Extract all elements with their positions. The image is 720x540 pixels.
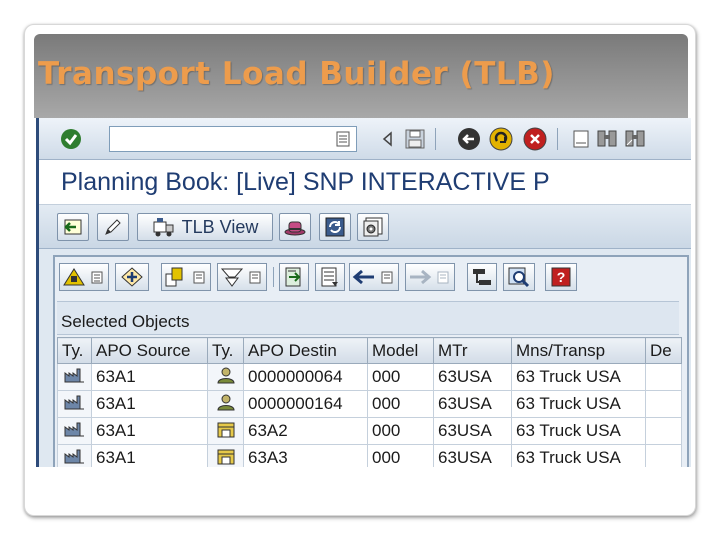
alv-panel: ? Selected Objects Ty. APO Source Ty. AP… [53,255,689,467]
planning-book-title: Planning Book: [Live] SNP INTERACTIVE P [61,168,550,196]
mtr-cell[interactable]: 63USA [433,417,512,445]
application-toolbar: TLB View [39,205,691,249]
move-left-dropdown-button[interactable] [349,263,399,291]
filter-dropdown-button[interactable] [217,263,267,291]
system-toolbar [39,118,691,160]
svg-text:?: ? [557,269,566,285]
details-button[interactable] [115,263,149,291]
table-row[interactable]: 63A1 0000000164 000 63USA 63 Truck USA [57,390,682,418]
person-icon [207,390,244,418]
mtr-cell[interactable]: 63USA [433,390,512,418]
column-header[interactable]: APO Destin [243,337,368,364]
table-row[interactable]: 63A1 63A3 000 63USA 63 Truck USA [57,444,682,467]
mtr-cell[interactable]: 63USA [433,363,512,391]
planning-book-title-bar: Planning Book: [Live] SNP INTERACTIVE P [39,160,691,205]
empty-cell[interactable] [645,390,682,418]
model-cell[interactable]: 000 [367,444,434,467]
destination-cell[interactable]: 63A3 [243,444,368,467]
save-icon[interactable] [403,127,427,151]
source-cell[interactable]: 63A1 [91,363,208,391]
empty-cell[interactable] [645,363,682,391]
column-header[interactable]: Mns/Transp [511,337,646,364]
factory-icon [57,417,92,445]
source-cell[interactable]: 63A1 [91,390,208,418]
history-dropdown-icon[interactable] [331,127,355,151]
column-header[interactable]: De [645,337,682,364]
mtr-cell[interactable]: 63USA [433,444,512,467]
switch-view-button[interactable] [57,213,89,241]
source-cell[interactable]: 63A1 [91,444,208,467]
model-cell[interactable]: 000 [367,390,434,418]
factory-icon [57,363,92,391]
destination-cell[interactable]: 0000000064 [243,363,368,391]
means-of-transport-cell[interactable]: 63 Truck USA [511,390,646,418]
export-button[interactable] [279,263,309,291]
empty-cell[interactable] [645,417,682,445]
sap-screenshot: Planning Book: [Live] SNP INTERACTIVE P … [36,118,691,467]
tlb-truck-icon [153,218,174,237]
factory-icon [57,390,92,418]
exit-icon[interactable] [489,127,513,151]
factory-icon [57,444,92,467]
column-header[interactable]: APO Source [91,337,208,364]
settings-window-button[interactable] [357,213,389,241]
enter-check-icon[interactable] [59,127,83,151]
change-edit-button[interactable] [97,213,129,241]
command-field[interactable] [109,126,357,152]
refresh-button[interactable] [319,213,351,241]
warehouse-icon [207,444,244,467]
hat-icon-button[interactable] [279,213,311,241]
source-cell[interactable]: 63A1 [91,417,208,445]
destination-cell[interactable]: 63A2 [243,417,368,445]
model-cell[interactable]: 000 [367,417,434,445]
person-icon [207,363,244,391]
alv-toolbar: ? [57,261,687,295]
table-row[interactable]: 63A1 63A2 000 63USA 63 Truck USA [57,417,682,445]
warehouse-icon [207,417,244,445]
table-header-row: Ty. APO Source Ty. APO Destin Model MTr … [57,337,682,364]
column-header[interactable]: MTr [433,337,512,364]
analysis-view-button[interactable] [503,263,535,291]
destination-cell[interactable]: 0000000164 [243,390,368,418]
layout-dropdown-button[interactable] [161,263,211,291]
column-header[interactable]: Ty. [57,337,92,364]
tlb-view-button[interactable]: TLB View [137,213,273,241]
selected-objects-table: Ty. APO Source Ty. APO Destin Model MTr … [57,337,682,467]
print-list-button[interactable] [315,263,345,291]
hierarchy-button[interactable] [467,263,497,291]
print-icon[interactable] [569,127,593,151]
help-button[interactable]: ? [545,263,577,291]
find-icon[interactable] [595,127,619,151]
means-of-transport-cell[interactable]: 63 Truck USA [511,363,646,391]
back-icon[interactable] [457,127,481,151]
selected-objects-label: Selected Objects [57,301,679,335]
means-of-transport-cell[interactable]: 63 Truck USA [511,417,646,445]
move-right-dropdown-button[interactable] [405,263,455,291]
table-row[interactable]: 63A1 0000000064 000 63USA 63 Truck USA [57,363,682,391]
means-of-transport-cell[interactable]: 63 Truck USA [511,444,646,467]
empty-cell[interactable] [645,444,682,467]
cancel-icon[interactable] [523,127,547,151]
tlb-view-label: TLB View [181,216,259,237]
collapse-left-icon[interactable] [375,127,399,151]
find-next-icon[interactable] [623,127,647,151]
sort-ascending-dropdown-button[interactable] [59,263,109,291]
column-header[interactable]: Model [367,337,434,364]
column-header[interactable]: Ty. [207,337,244,364]
slide-title: Transport Load Builder (TLB) [38,56,555,92]
model-cell[interactable]: 000 [367,363,434,391]
